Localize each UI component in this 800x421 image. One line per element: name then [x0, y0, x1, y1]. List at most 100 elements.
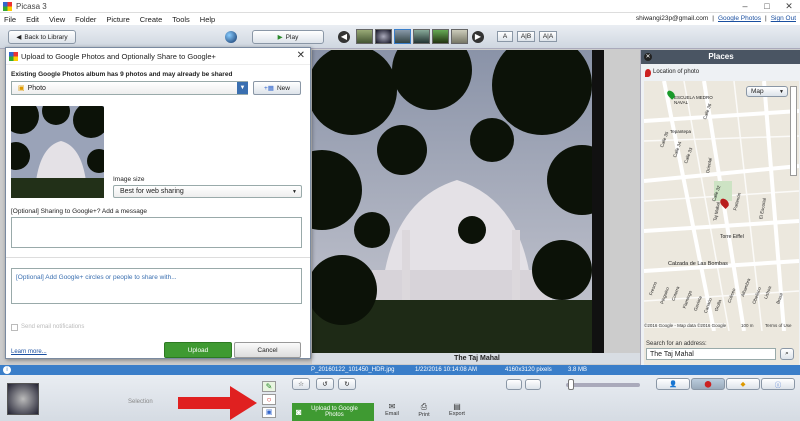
- thumbnail[interactable]: [375, 29, 392, 44]
- star-button[interactable]: ☆: [292, 378, 310, 390]
- google-photos-link[interactable]: Google Photos: [718, 15, 761, 22]
- sign-out-link[interactable]: Sign Out: [771, 15, 796, 22]
- menu-picture[interactable]: Picture: [106, 15, 129, 24]
- dialog-close-button[interactable]: ✕: [297, 50, 305, 61]
- info-icon: i: [3, 366, 11, 374]
- back-to-library-button[interactable]: ◀ Back to Library: [8, 30, 76, 44]
- info-circle-icon: ⓘ: [774, 382, 782, 389]
- image-size-select[interactable]: Best for web sharing ▼: [113, 185, 302, 198]
- upload-to-google-photos-button[interactable]: ◙ Upload to Google Photos: [292, 403, 374, 421]
- selection-label: Selection: [128, 399, 153, 405]
- email-icon: ✉: [388, 402, 396, 411]
- menu-folder[interactable]: Folder: [75, 15, 96, 24]
- rotate-left-button[interactable]: ↺: [316, 378, 334, 390]
- image-size-value: Best for web sharing: [120, 188, 184, 195]
- account-email: shiwangi23p@gmail.com: [635, 15, 709, 22]
- menu-edit[interactable]: Edit: [26, 15, 39, 24]
- annotation-arrow-icon: [178, 386, 257, 420]
- thumbnail[interactable]: [451, 29, 468, 44]
- window-titlebar: Picasa 3 – □ ✕: [0, 0, 800, 13]
- bottom-tray: Selection ✎ ○ ▣ ☆ ↺ ↻ ◙ Upload to Google…: [0, 375, 800, 421]
- search-icon: ⌕: [785, 350, 789, 357]
- message-label: [Optional] Sharing to Google+? Add a mes…: [11, 208, 148, 215]
- album-info: Existing Google Photos album has 9 photo…: [11, 71, 233, 78]
- upload-dialog: Upload to Google Photos and Optionally S…: [5, 47, 311, 359]
- export-label: Export: [449, 411, 465, 417]
- map-terms-link[interactable]: Terms of Use: [765, 323, 792, 328]
- menu-separator: |: [712, 15, 714, 22]
- close-window-button[interactable]: ✕: [778, 0, 800, 13]
- window-title: Picasa 3: [16, 2, 47, 11]
- email-action[interactable]: ✉ Email: [382, 402, 402, 417]
- status-size: 3.8 MB: [568, 367, 588, 373]
- new-album-button[interactable]: +▦ New: [253, 81, 301, 95]
- main-photo: [312, 50, 604, 353]
- close-places-icon[interactable]: ✕: [644, 53, 652, 61]
- upload-button[interactable]: Upload: [164, 342, 232, 358]
- thumbnail[interactable]: [394, 29, 411, 44]
- album-dropdown-arrow-icon[interactable]: ▼: [237, 82, 248, 94]
- email-notifications-checkbox[interactable]: [11, 324, 18, 331]
- menu-separator: |: [765, 15, 767, 22]
- new-album-label: New: [276, 84, 290, 92]
- print-action[interactable]: ⎙ Print: [414, 402, 434, 418]
- tags-button[interactable]: ◆: [726, 378, 760, 390]
- album-value: Photo: [27, 84, 46, 92]
- status-dimensions: 4160x3120 pixels: [505, 367, 552, 373]
- maximize-button[interactable]: □: [756, 0, 778, 13]
- zoom-slider-handle[interactable]: [568, 379, 574, 390]
- zoom-slider[interactable]: [566, 383, 640, 387]
- person-icon: 👤: [668, 381, 678, 388]
- next-arrow-icon[interactable]: ▶: [472, 31, 484, 43]
- location-pin-icon: [645, 69, 651, 77]
- view-single-button[interactable]: A: [497, 31, 513, 42]
- status-filename: P_20160122_101450_HDR.jpg: [311, 367, 395, 373]
- thumbnail-strip: [356, 29, 468, 44]
- map-type-select[interactable]: Map ▼: [746, 86, 788, 97]
- album-select[interactable]: ▣ Photo: [11, 81, 248, 95]
- view-split-button[interactable]: A|A: [539, 31, 557, 42]
- menu-create[interactable]: Create: [140, 15, 163, 24]
- cancel-button[interactable]: Cancel: [234, 342, 301, 358]
- prev-arrow-icon[interactable]: ◀: [338, 31, 350, 43]
- menu-help[interactable]: Help: [200, 15, 215, 24]
- message-textarea[interactable]: [11, 217, 302, 248]
- minimize-button[interactable]: –: [734, 0, 756, 13]
- learn-more-link[interactable]: Learn more...: [11, 349, 47, 355]
- thumbnail[interactable]: [356, 29, 373, 44]
- thumbnail[interactable]: [432, 29, 449, 44]
- photo-preview: [11, 106, 104, 198]
- menu-file[interactable]: File: [4, 15, 16, 24]
- search-label: Search for an address:: [646, 341, 707, 347]
- export-action[interactable]: ▤ Export: [446, 402, 468, 417]
- email-label: Email: [385, 411, 399, 417]
- map-pin-icon: ⬤: [704, 381, 712, 388]
- thumbnail[interactable]: [413, 29, 430, 44]
- zoom-control[interactable]: [790, 86, 797, 176]
- view-compare-button[interactable]: A|B: [517, 31, 535, 42]
- fit-view-button[interactable]: [506, 379, 522, 390]
- hold-pin-icon[interactable]: ✎: [262, 381, 276, 392]
- actual-size-button[interactable]: [525, 379, 541, 390]
- export-icon: ▤: [453, 402, 461, 411]
- back-label: Back to Library: [24, 33, 68, 41]
- search-button[interactable]: ⌕: [780, 348, 794, 360]
- menu-view[interactable]: View: [49, 15, 65, 24]
- photo-caption[interactable]: The Taj Mahal: [312, 353, 642, 364]
- rotate-right-button[interactable]: ↻: [338, 378, 356, 390]
- clear-selection-icon[interactable]: ○: [262, 394, 276, 405]
- play-label: Play: [285, 33, 299, 41]
- places-panel: Places ✕ Location of photo ESCUELA MEDRO…: [640, 50, 800, 388]
- upload-google-label: Upload to Google Photos: [311, 406, 358, 418]
- selected-photo-thumbnail[interactable]: [7, 383, 39, 415]
- menu-tools[interactable]: Tools: [172, 15, 190, 24]
- globe-icon[interactable]: [225, 31, 237, 43]
- share-circles-input[interactable]: [Optional] Add Google+ circles or people…: [11, 268, 302, 304]
- people-button[interactable]: 👤: [656, 378, 690, 390]
- properties-button[interactable]: ⓘ: [761, 378, 795, 390]
- play-button[interactable]: ▶ Play: [252, 30, 324, 44]
- address-search-input[interactable]: The Taj Mahal: [646, 348, 776, 360]
- status-date: 1/22/2016 10:14:08 AM: [415, 367, 478, 373]
- add-to-album-icon[interactable]: ▣: [262, 407, 276, 418]
- places-button[interactable]: ⬤: [691, 378, 725, 390]
